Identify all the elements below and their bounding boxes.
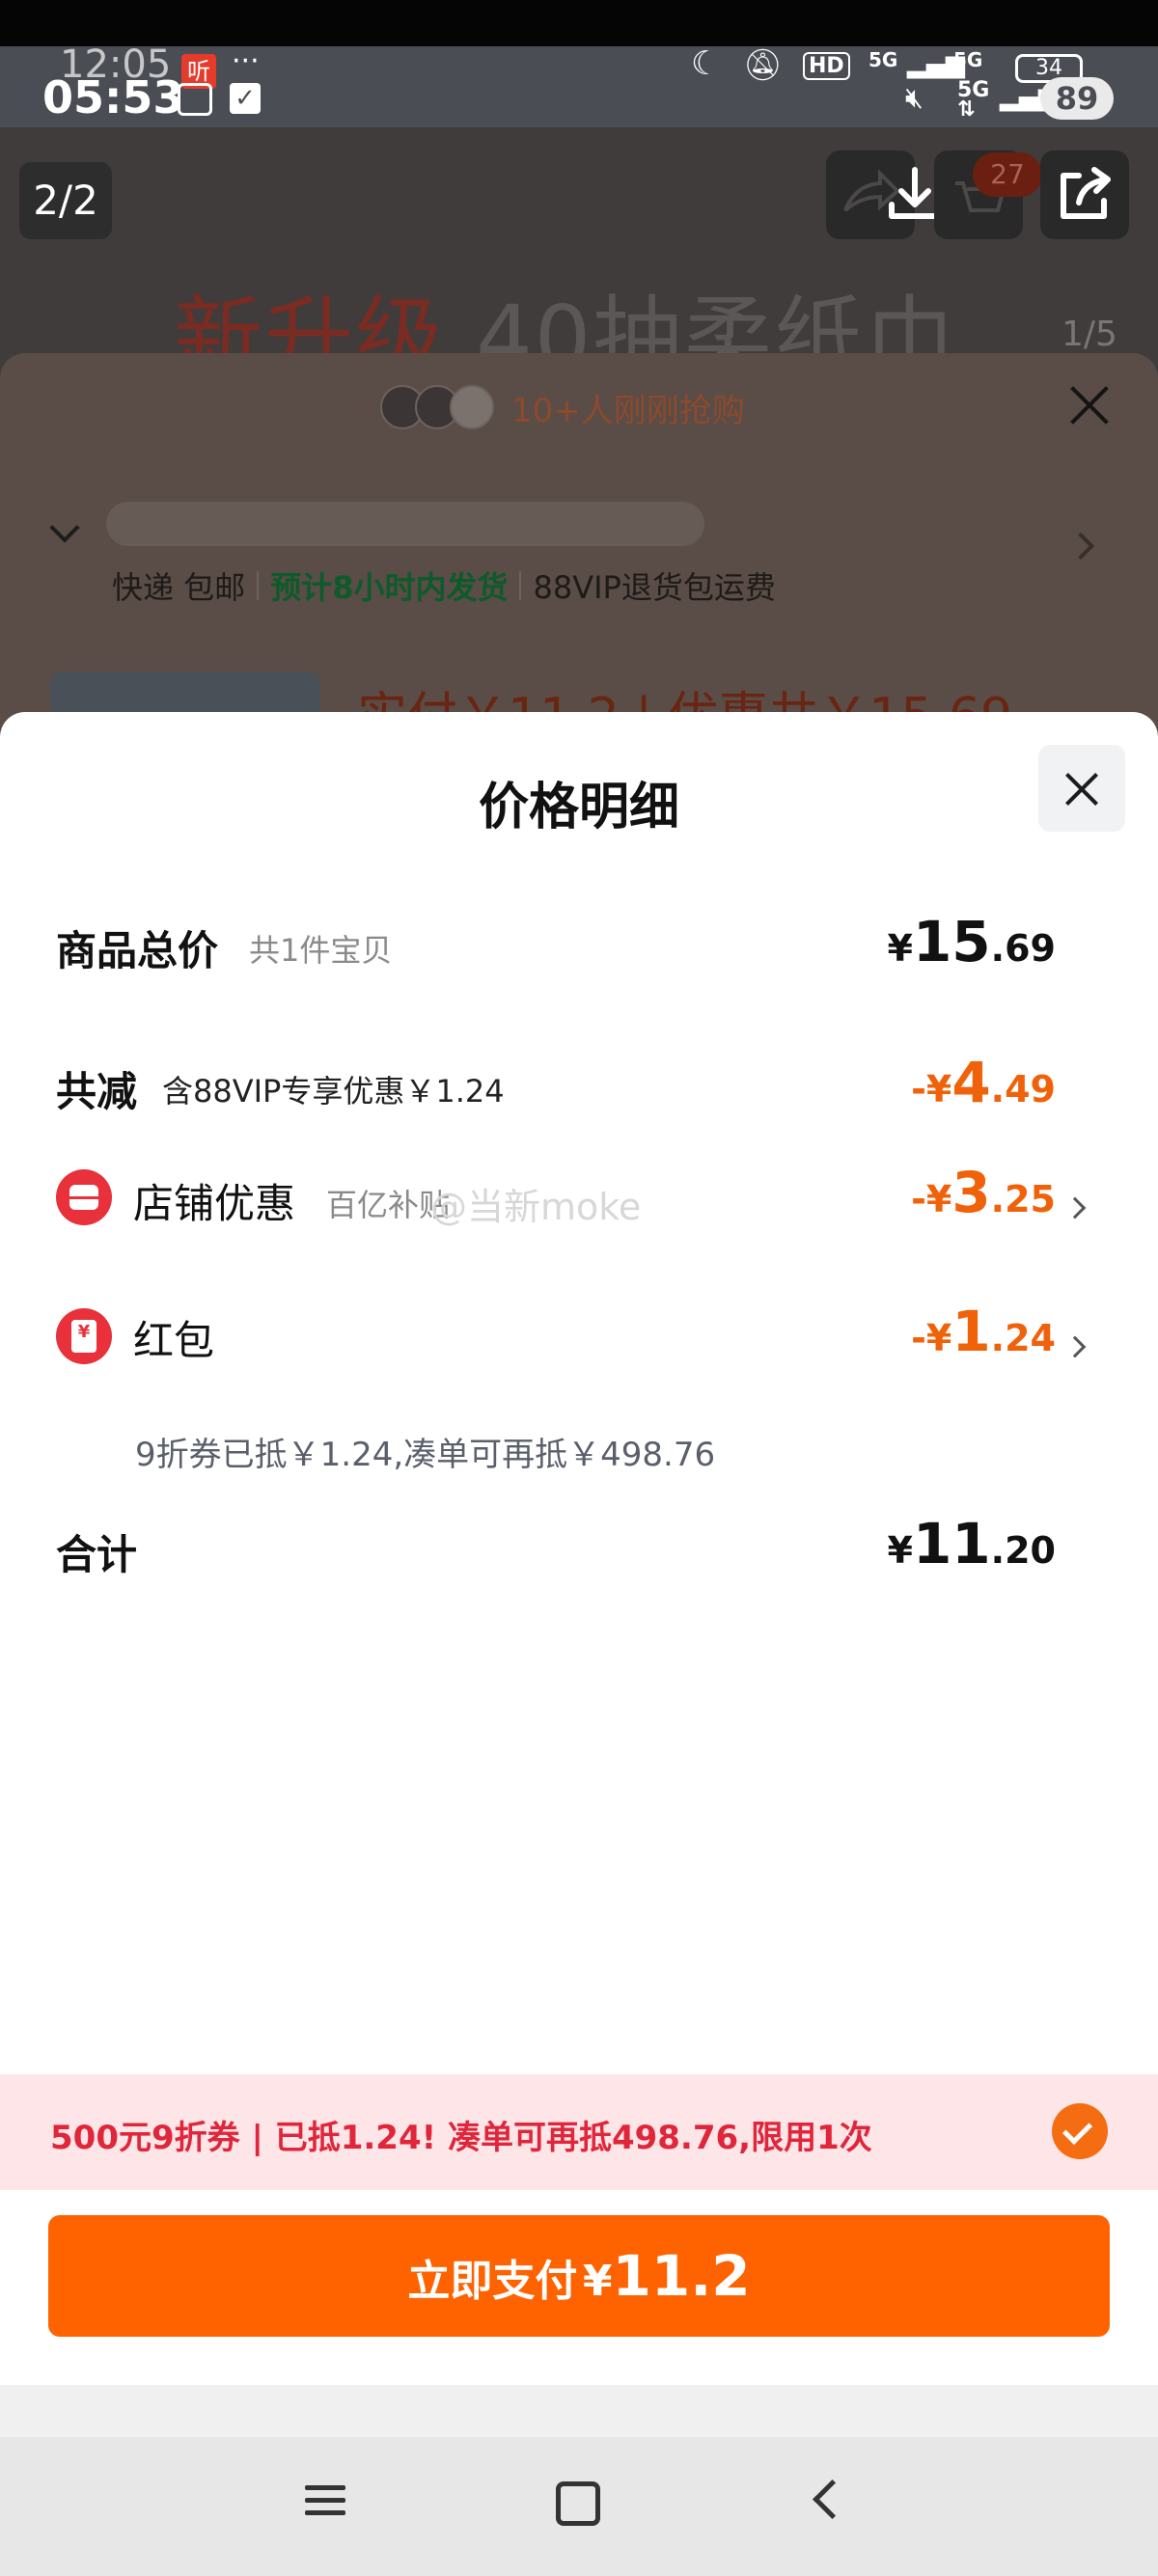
5g-signal-icon: 5G xyxy=(868,48,898,71)
pay-now-button[interactable]: 立即支付 ¥11.2 xyxy=(48,2215,1110,2337)
red-packet-amount[interactable]: -¥1.24 xyxy=(911,1299,1056,1364)
order-sheet-close-icon[interactable] xyxy=(1065,380,1114,428)
coupon-checked-icon[interactable] xyxy=(1052,2103,1108,2159)
recent-buyers: 10+人刚刚抢购 xyxy=(380,384,745,430)
coupon-text: 500元9折券 | 已抵1.24! 凑单可再抵498.76,限用1次 xyxy=(50,2119,872,2157)
5g-data-icon: 5G ⇅ xyxy=(957,78,990,122)
mute-bell-icon: 🔕︎ xyxy=(743,46,783,83)
page-indicator[interactable]: 2/2 xyxy=(19,162,112,239)
divider xyxy=(257,571,260,600)
more-notifications-icon: ··· xyxy=(232,44,260,78)
recents-icon[interactable] xyxy=(291,2472,359,2530)
battery-icon: 89 xyxy=(1040,77,1114,120)
cart-count-badge: 27 xyxy=(973,152,1042,197)
vip-discount-note: 含88VIP专享优惠￥1.24 xyxy=(162,1073,505,1110)
item-count: 共1件宝贝 xyxy=(249,932,393,969)
coupon-bar[interactable]: 500元9折券 | 已抵1.24! 凑单可再抵498.76,限用1次 xyxy=(0,2074,1158,2190)
top-status-strip xyxy=(0,0,1158,46)
sheet-title: 价格明细 xyxy=(478,779,679,836)
task-check-icon: ✓ xyxy=(230,83,261,114)
image-index: 1/5 xyxy=(1062,315,1117,354)
chevron-right-icon[interactable] xyxy=(1063,1335,1087,1358)
total-goods-label: 商品总价 xyxy=(56,927,219,974)
divider xyxy=(519,571,522,600)
total-label: 合计 xyxy=(56,1531,138,1578)
shipping-return: 88VIP退货包运费 xyxy=(533,569,776,606)
recent-buyers-text: 10+人刚刚抢购 xyxy=(511,391,745,430)
red-packet-label[interactable]: 红包 xyxy=(133,1308,214,1367)
shop-discount-amount[interactable]: -¥3.25 xyxy=(911,1160,1056,1225)
vibrate-off-icon: 🔇︎ xyxy=(905,81,924,115)
red-packet-icon xyxy=(56,1308,112,1364)
home-icon[interactable] xyxy=(540,2472,608,2530)
close-icon[interactable] xyxy=(1038,745,1125,832)
export-share-icon[interactable] xyxy=(1040,151,1129,239)
total-discount-amount: -¥4.49 xyxy=(911,1050,1056,1115)
nav-bar-ghost xyxy=(0,2385,1158,2437)
red-packet-note: 9折券已抵￥1.24,凑单可再抵￥498.76 xyxy=(135,1436,716,1474)
total-discount-label: 共减 xyxy=(56,1068,138,1115)
shipping-eta: 预计8小时内发货 xyxy=(270,569,509,606)
address-blurred[interactable] xyxy=(106,502,704,546)
shipping-express: 快递 包邮 xyxy=(112,569,246,606)
shop-icon xyxy=(56,1169,112,1225)
watermark: @当新moke xyxy=(430,1186,642,1228)
chevron-right-icon[interactable] xyxy=(1063,1196,1087,1219)
back-icon[interactable] xyxy=(791,2472,859,2530)
screenshot-icon xyxy=(178,83,212,116)
buyer-avatar xyxy=(450,385,494,429)
hd-network-icon: HD xyxy=(803,52,850,80)
shipping-info: 快递 包邮 预计8小时内发货 88VIP退货包运费 xyxy=(112,563,776,608)
total-amount: ¥11.20 xyxy=(887,1511,1057,1576)
total-goods-amount: ¥15.69 xyxy=(887,909,1057,974)
shop-discount-label[interactable]: 店铺优惠 xyxy=(133,1171,295,1230)
status-time: 05:53 xyxy=(42,71,184,123)
do-not-disturb-icon: ☾ xyxy=(691,44,721,83)
5g-signal-icon-2: 5G xyxy=(953,48,983,71)
